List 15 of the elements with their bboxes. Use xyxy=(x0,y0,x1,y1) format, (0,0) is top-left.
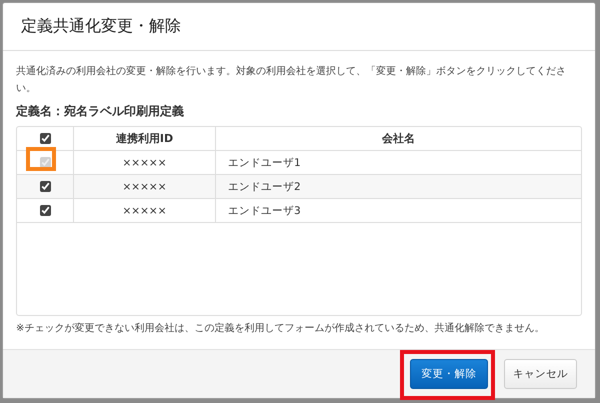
row-checkbox[interactable] xyxy=(40,181,50,192)
description-text: 共通化済みの利用会社の変更・解除を行います。対象の利用会社を選択して、「変更・解除」ボタンをクリックしてください。 xyxy=(16,64,567,96)
cancel-button[interactable]: キャンセル xyxy=(504,359,577,389)
table-cell: ××××× xyxy=(74,198,216,222)
definition-name: 定義名：宛名ラベル印刷用定義 xyxy=(16,103,185,120)
apply-button[interactable]: 変更・解除 xyxy=(410,359,488,389)
column-header: 会社名 xyxy=(216,127,581,150)
note-text: ※チェックが変更できない利用会社は、この定義を利用してフォームが作成されているため、共通化解除できません。 xyxy=(16,322,546,335)
dialog-title: 定義共通化変更・解除 xyxy=(21,16,181,37)
table-cell: ××××× xyxy=(74,174,216,198)
select-all-checkbox[interactable] xyxy=(40,133,50,144)
row-checkbox[interactable] xyxy=(40,205,50,216)
table-cell: エンドユーザ2 xyxy=(216,174,581,198)
column-header: 連携利用ID xyxy=(74,127,216,150)
table-cell: エンドユーザ3 xyxy=(216,198,581,222)
